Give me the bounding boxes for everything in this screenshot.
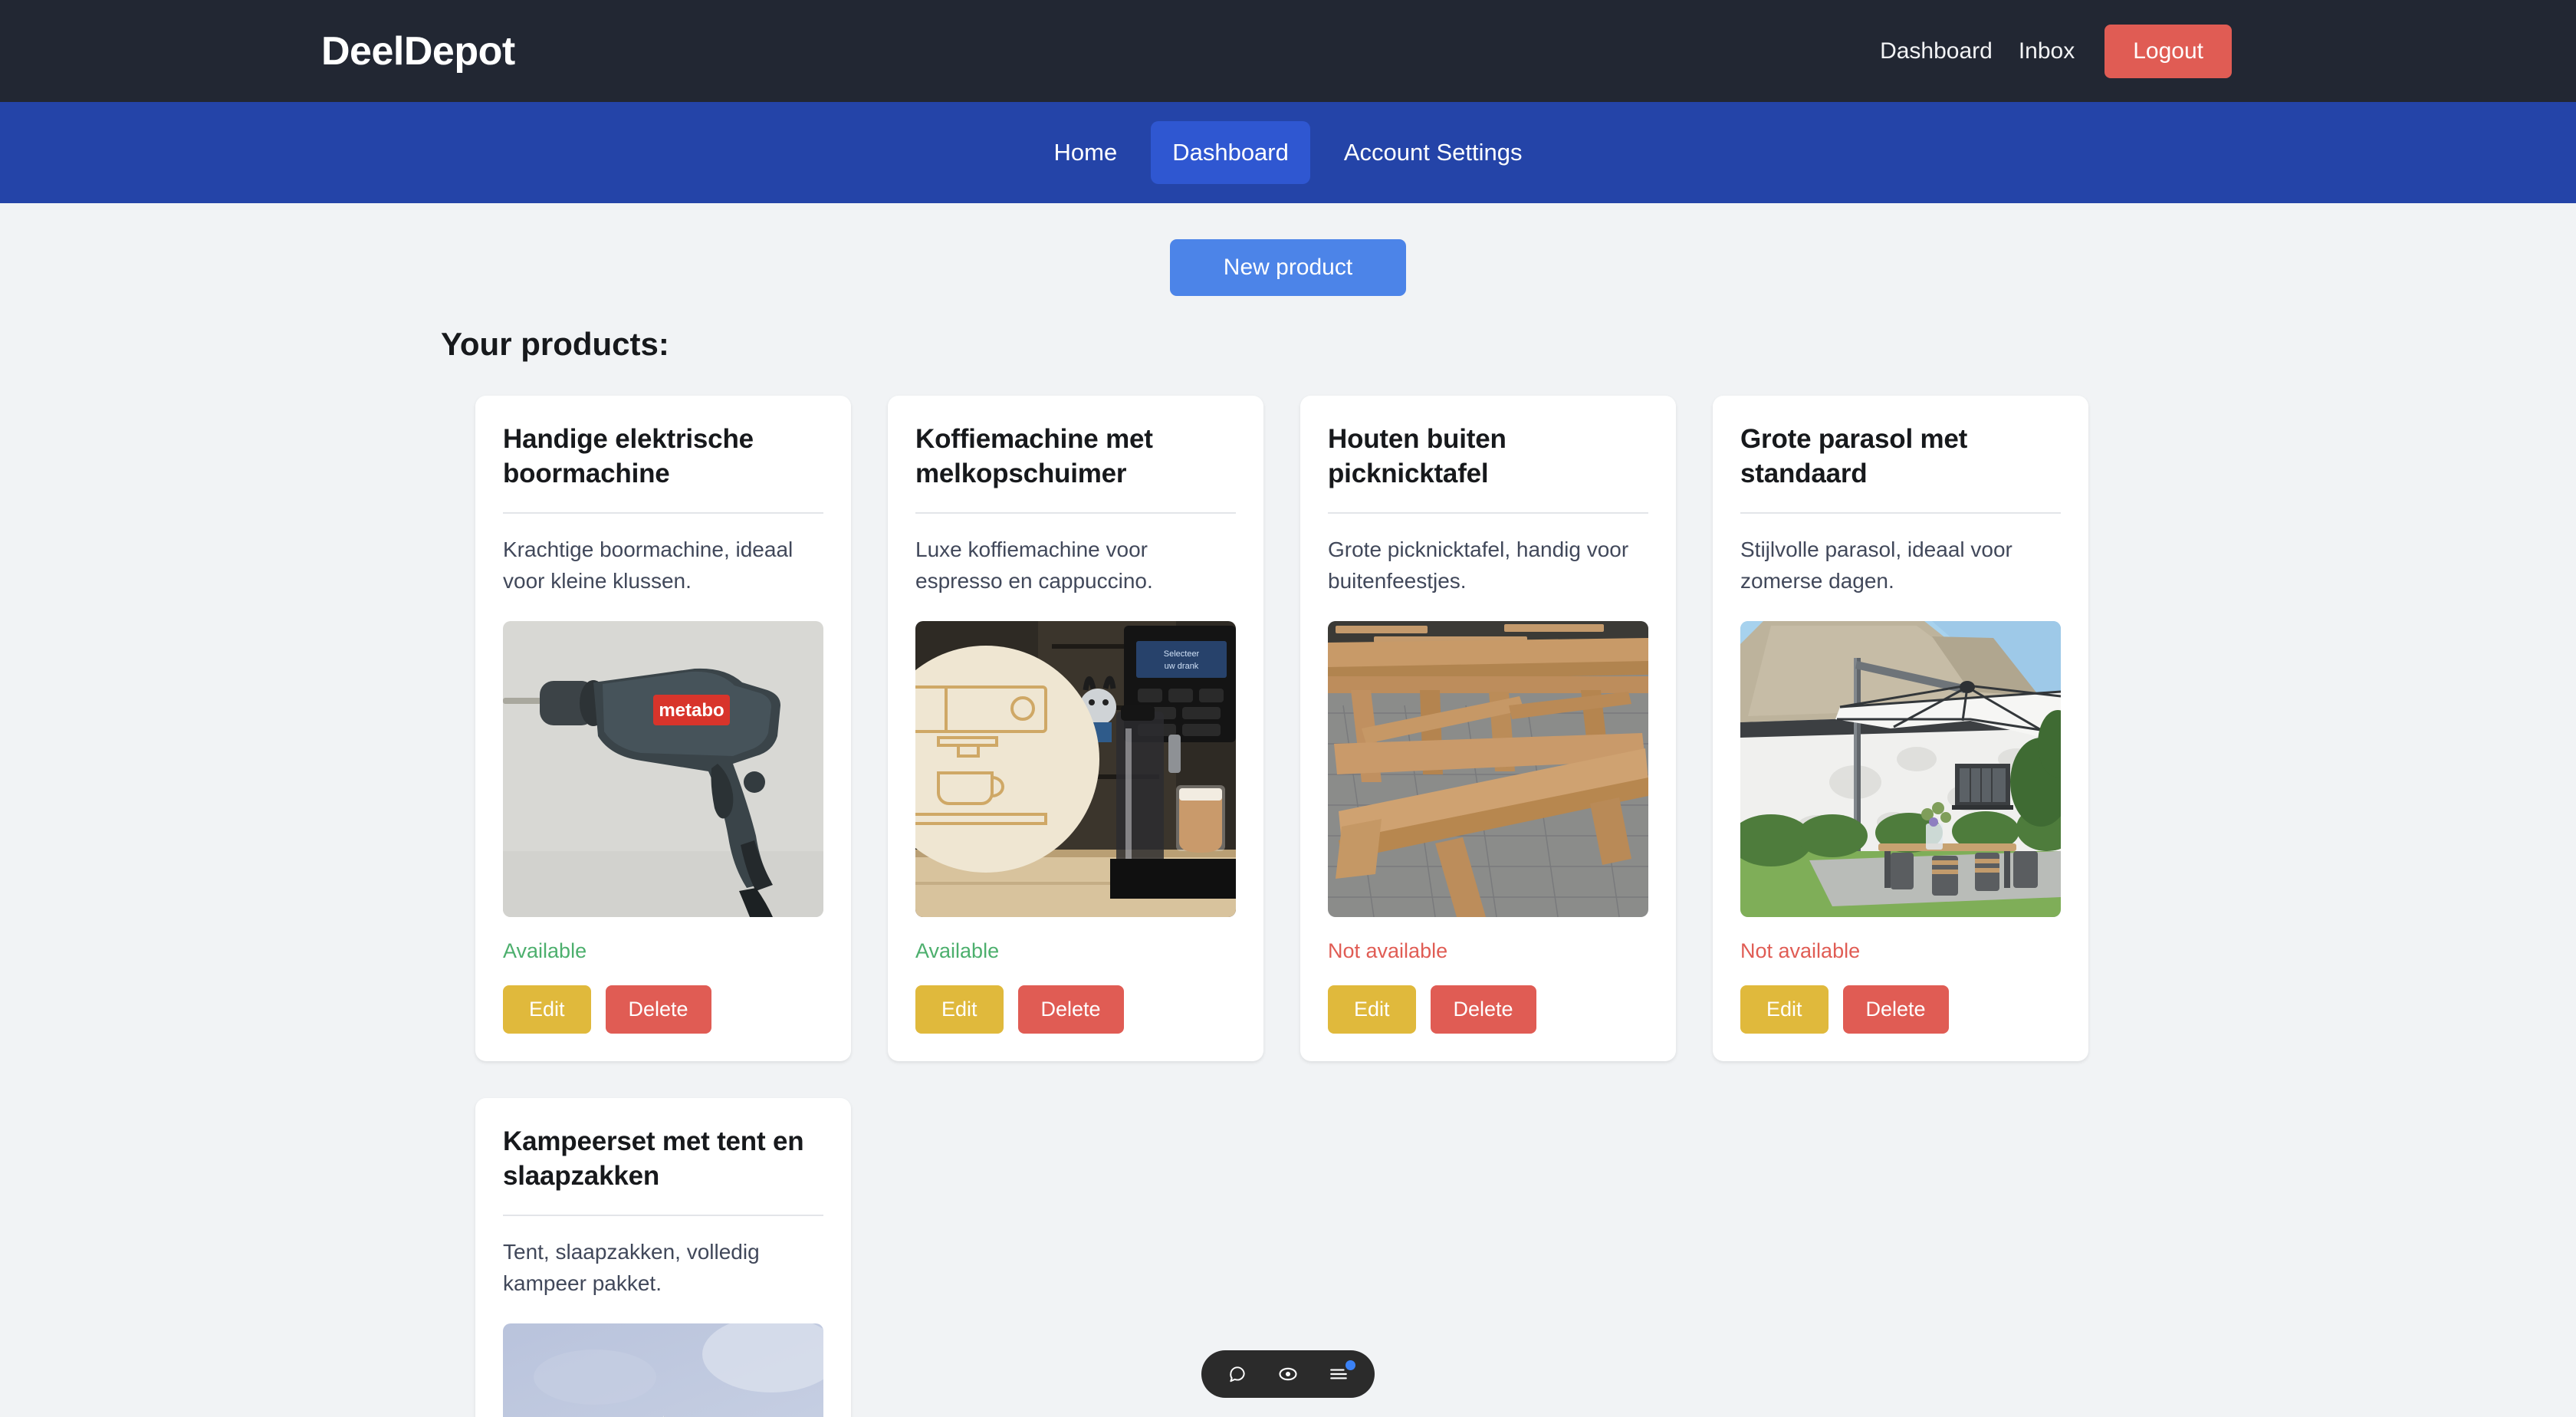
edit-button[interactable]: Edit xyxy=(1740,985,1829,1034)
product-title: Handige elektrische boormachine xyxy=(503,424,754,489)
svg-text:Selecteer: Selecteer xyxy=(1164,649,1200,659)
status-badge: Available xyxy=(915,939,1000,963)
product-description: Tent, slaapzakken, volledig kampeer pakk… xyxy=(503,1240,760,1296)
main-content: New product Your products: Handige elekt… xyxy=(0,203,2576,1417)
product-description: Luxe koffiemachine voor espresso en capp… xyxy=(915,538,1153,593)
card-divider xyxy=(503,512,823,515)
topnav-link-dashboard[interactable]: Dashboard xyxy=(1880,38,1993,64)
top-header-bar: DeelDepot Dashboard Inbox Logout xyxy=(0,0,2576,102)
product-card[interactable]: Koffiemachine met melkopschuimer Luxe ko… xyxy=(888,396,1263,1062)
delete-button[interactable]: Delete xyxy=(1430,985,1536,1034)
menu-list-icon[interactable] xyxy=(1326,1360,1355,1387)
status-badge: Not available xyxy=(1328,939,1448,963)
product-card[interactable]: Grote parasol met standaard Stijlvolle p… xyxy=(1713,396,2088,1062)
product-card[interactable]: Houten buiten picknicktafel Grote pickni… xyxy=(1300,396,1676,1062)
svg-text:uw drank: uw drank xyxy=(1165,662,1199,671)
delete-button[interactable]: Delete xyxy=(605,985,711,1034)
product-card[interactable]: Handige elektrische boormachine Krachtig… xyxy=(475,396,851,1062)
eye-icon[interactable] xyxy=(1275,1361,1301,1387)
product-card[interactable]: Kampeerset met tent en slaapzakken Tent,… xyxy=(475,1098,851,1417)
product-title: Houten buiten picknicktafel xyxy=(1328,424,1506,489)
logout-button[interactable]: Logout xyxy=(2104,24,2232,78)
product-image-camping-set xyxy=(503,1323,823,1417)
card-actions: Edit Delete xyxy=(503,985,823,1034)
edit-button[interactable]: Edit xyxy=(503,985,591,1034)
product-title: Kampeerset met tent en slaapzakken xyxy=(503,1126,804,1192)
card-divider xyxy=(503,1215,823,1217)
product-description: Stijlvolle parasol, ideaal voor zomerse … xyxy=(1740,538,2013,593)
product-image-parasol xyxy=(1740,621,2061,918)
delete-button[interactable]: Delete xyxy=(1017,985,1124,1034)
brand-logo[interactable]: DeelDepot xyxy=(321,28,515,74)
card-divider xyxy=(915,512,1236,515)
products-grid: Handige elektrische boormachine Krachtig… xyxy=(475,396,2147,1417)
svg-text:metabo: metabo xyxy=(659,700,724,721)
edit-button[interactable]: Edit xyxy=(1328,985,1416,1034)
secondary-navigation-bar: Home Dashboard Account Settings xyxy=(0,102,2576,203)
product-image-picnic-table xyxy=(1328,621,1648,918)
delete-button[interactable]: Delete xyxy=(1842,985,1949,1034)
card-divider xyxy=(1328,512,1648,515)
product-image-coffee-machine: Selecteer uw drank xyxy=(915,621,1236,918)
edit-button[interactable]: Edit xyxy=(915,985,1004,1034)
topnav-link-inbox[interactable]: Inbox xyxy=(2019,38,2075,64)
card-actions: Edit Delete xyxy=(1740,985,2061,1034)
top-navigation: Dashboard Inbox Logout xyxy=(1880,24,2232,78)
floating-toolbar xyxy=(1201,1350,1375,1398)
product-title: Koffiemachine met melkopschuimer xyxy=(915,424,1153,489)
new-product-button[interactable]: New product xyxy=(1169,239,1407,296)
new-product-button-wrapper: New product xyxy=(0,203,2576,296)
product-description: Grote picknicktafel, handig voor buitenf… xyxy=(1328,538,1629,593)
product-image-drill: metabo xyxy=(503,621,823,918)
card-actions: Edit Delete xyxy=(915,985,1236,1034)
product-title: Grote parasol met standaard xyxy=(1740,424,1968,489)
nav-item-dashboard[interactable]: Dashboard xyxy=(1151,121,1310,184)
card-actions: Edit Delete xyxy=(1328,985,1648,1034)
card-divider xyxy=(1740,512,2061,515)
notification-badge xyxy=(1346,1360,1355,1370)
chat-bubble-icon[interactable] xyxy=(1224,1361,1250,1387)
product-description: Krachtige boormachine, ideaal voor klein… xyxy=(503,538,794,593)
status-badge: Not available xyxy=(1740,939,1861,963)
page-title: Your products: xyxy=(441,326,669,362)
nav-item-home[interactable]: Home xyxy=(1033,121,1139,184)
nav-item-account-settings[interactable]: Account Settings xyxy=(1322,121,1544,184)
status-badge: Available xyxy=(503,939,587,963)
